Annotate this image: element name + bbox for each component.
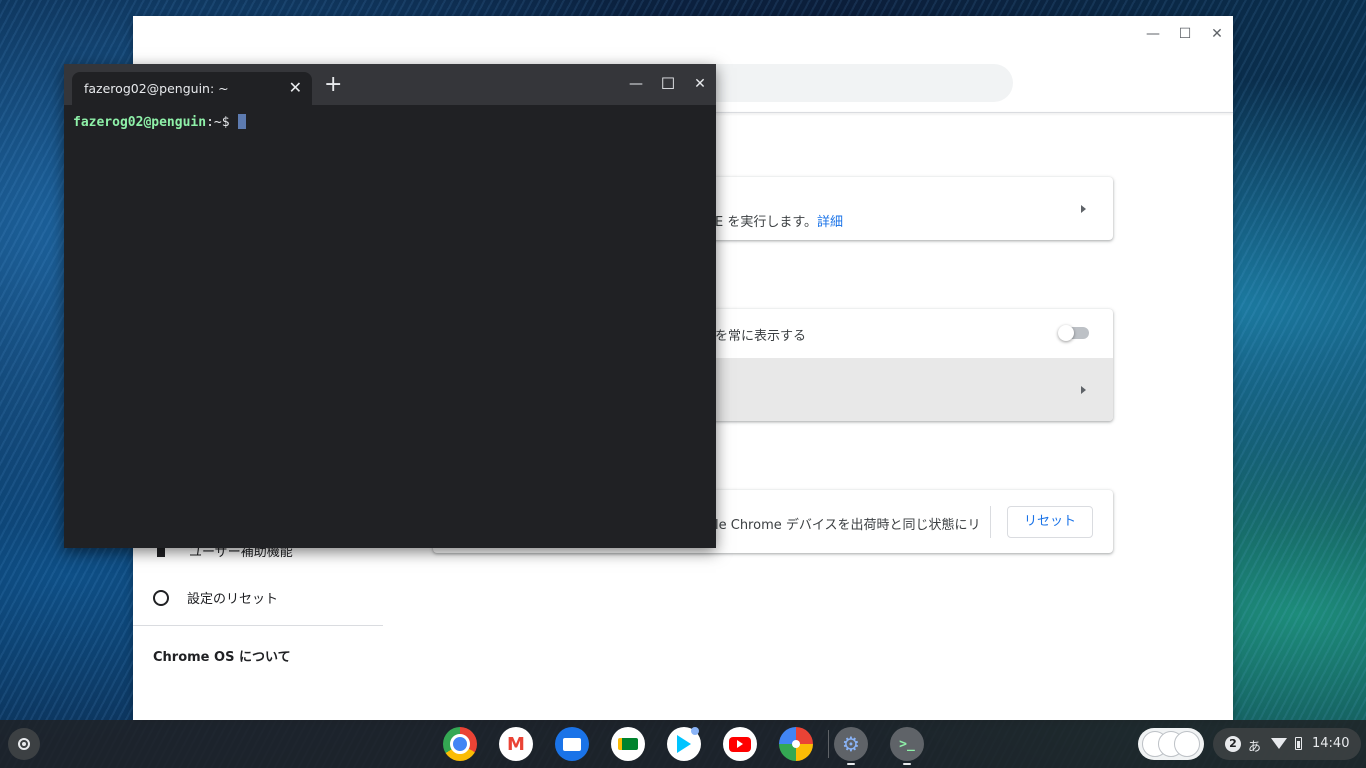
terminal-icon[interactable]: >_: [890, 727, 924, 761]
always-show-label: を常に表示する: [715, 329, 807, 344]
new-tab-icon[interactable]: +: [324, 74, 342, 96]
shelf-divider: [828, 730, 829, 758]
terminal-titlebar[interactable]: fazerog02@penguin: ~ ✕ + — ☐ ✕: [64, 64, 716, 105]
running-indicator: [903, 763, 911, 765]
chevron-right-icon[interactable]: [1081, 386, 1086, 394]
maximize-icon[interactable]: ☐: [1175, 24, 1195, 44]
minimize-icon[interactable]: —: [1143, 24, 1163, 44]
toggle-knob[interactable]: [1058, 325, 1074, 341]
ime-indicator[interactable]: あ: [1248, 736, 1261, 755]
details-link[interactable]: 詳細: [817, 215, 843, 230]
launcher-icon: [18, 738, 30, 750]
prompt-path: :~$: [206, 115, 238, 130]
maximize-icon[interactable]: ☐: [659, 74, 677, 93]
text-cursor: [238, 114, 247, 129]
notification-dot: [691, 727, 699, 735]
wifi-icon: [1271, 738, 1287, 749]
chrome-icon[interactable]: [443, 727, 477, 761]
sidebar-item-reset[interactable]: 設定のリセット: [153, 588, 278, 607]
sidebar-item-about[interactable]: Chrome OS について: [153, 646, 291, 665]
gmail-icon[interactable]: M: [499, 727, 533, 761]
photos-icon[interactable]: [779, 727, 813, 761]
launcher-button[interactable]: [8, 728, 40, 760]
close-icon[interactable]: ✕: [691, 76, 709, 92]
sidebar-item-label: 設定のリセット: [187, 592, 279, 607]
notification-count-badge[interactable]: 2: [1225, 736, 1241, 752]
settings-icon[interactable]: ⚙: [834, 727, 868, 761]
sidebar-divider: [133, 625, 383, 626]
holding-space-item[interactable]: [1174, 731, 1200, 757]
powerwash-description: le Chrome デバイスを出荷時と同じ状態にリ: [715, 518, 981, 533]
meet-icon[interactable]: [611, 727, 645, 761]
prompt-user: fazerog02@penguin: [73, 115, 207, 130]
youtube-icon[interactable]: [723, 727, 757, 761]
linux-description: E を実行します。詳細: [715, 211, 843, 230]
linux-description-text: E を実行します。: [715, 215, 818, 230]
settings-search-input[interactable]: [693, 64, 1013, 102]
minimize-icon[interactable]: —: [627, 76, 645, 92]
files-icon[interactable]: [555, 727, 589, 761]
reset-button[interactable]: リセット: [1007, 506, 1093, 538]
divider: [990, 506, 991, 538]
clock[interactable]: 14:40: [1312, 736, 1349, 751]
close-tab-icon[interactable]: ✕: [289, 78, 302, 97]
chevron-right-icon[interactable]: [1081, 205, 1086, 213]
terminal-tab-title: fazerog02@penguin: ~: [84, 81, 229, 96]
terminal-tab[interactable]: fazerog02@penguin: ~ ✕: [72, 72, 312, 105]
reset-icon: [153, 590, 169, 606]
running-indicator: [847, 763, 855, 765]
close-icon[interactable]: ✕: [1207, 24, 1227, 44]
terminal-prompt[interactable]: fazerog02@penguin:~$: [73, 114, 247, 130]
terminal-window[interactable]: fazerog02@penguin: ~ ✕ + — ☐ ✕ fazerog02…: [64, 64, 716, 548]
battery-icon: [1295, 737, 1302, 750]
